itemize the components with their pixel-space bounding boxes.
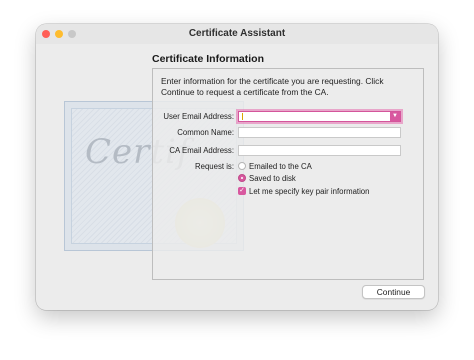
text-caret (242, 113, 243, 120)
request-is-label: Request is: (194, 162, 234, 171)
user-email-field[interactable]: ▼ (238, 111, 401, 122)
certificate-assistant-window: Certificate Assistant Certificate Inform… (36, 24, 438, 310)
ca-email-label: CA Email Address: (169, 146, 234, 155)
section-title: Certificate Information (152, 53, 265, 65)
ca-email-field[interactable] (238, 145, 401, 156)
key-pair-label[interactable]: Let me specify key pair information (249, 187, 369, 196)
common-name-field[interactable] (238, 127, 401, 138)
window-title: Certificate Assistant (188, 28, 286, 39)
chevron-down-icon[interactable]: ▼ (390, 112, 400, 121)
checkmark-icon: ✓ (239, 187, 245, 194)
instructions-text: Enter information for the certificate yo… (161, 76, 384, 97)
key-pair-checkbox[interactable]: ✓ (238, 187, 246, 195)
continue-button[interactable]: Continue (362, 285, 425, 299)
common-name-label: Common Name: (177, 128, 234, 137)
emailed-radio[interactable] (238, 162, 246, 170)
saved-option-label[interactable]: Saved to disk (249, 174, 296, 183)
emailed-option-label[interactable]: Emailed to the CA (249, 162, 312, 171)
user-email-label: User Email Address: (163, 112, 234, 121)
title-bar: Certificate Assistant (36, 24, 438, 44)
saved-to-disk-radio[interactable] (238, 174, 246, 182)
certificate-info-panel: Enter information for the certificate yo… (152, 68, 424, 280)
